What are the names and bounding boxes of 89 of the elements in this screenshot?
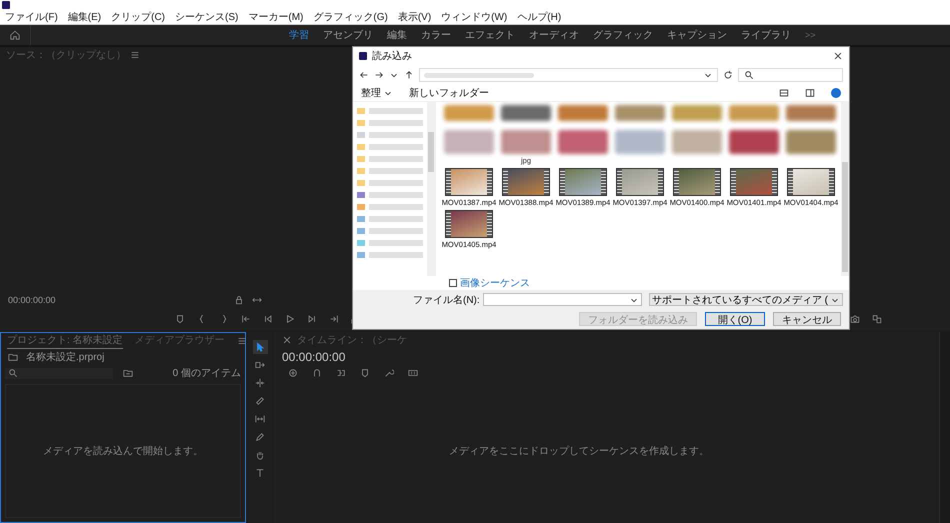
- workspace-tab[interactable]: エフェクト: [465, 28, 515, 42]
- razor-icon: [255, 396, 265, 406]
- play-icon[interactable]: [285, 314, 295, 324]
- menu-item[interactable]: ヘルプ(H): [517, 10, 562, 24]
- ripple-icon: [255, 378, 265, 388]
- empty-message: メディアを読み込んで開始します。: [43, 444, 203, 458]
- workspace-tab[interactable]: キャプション: [667, 28, 727, 42]
- field-label: ファイル名(N):: [413, 294, 480, 306]
- app-icon: [359, 52, 367, 60]
- workspace-tab[interactable]: グラフィック: [593, 28, 653, 42]
- workspace-tab[interactable]: アセンブリ: [323, 28, 373, 42]
- magnet-icon[interactable]: [312, 368, 322, 378]
- workspace-tab[interactable]: ライブラリ: [741, 28, 791, 42]
- item-count: 0 個のアイテム: [172, 367, 241, 380]
- dialog-title: 読み込み: [372, 50, 412, 63]
- search-icon: [744, 70, 754, 80]
- menu-item[interactable]: シーケンス(S): [175, 10, 238, 24]
- step-back-icon[interactable]: [263, 314, 273, 324]
- menu-item[interactable]: 表示(V): [398, 10, 432, 24]
- menu-icon[interactable]: [236, 336, 247, 346]
- video-thumbnail[interactable]: [616, 168, 664, 196]
- hand-icon: [255, 450, 265, 460]
- workspace-tab[interactable]: 学習: [289, 28, 309, 42]
- dialog-button[interactable]: キャンセル: [773, 312, 841, 326]
- close-icon[interactable]: [833, 51, 843, 61]
- menu-item[interactable]: クリップ(C): [111, 10, 166, 24]
- blurred-nav-item[interactable]: [357, 192, 423, 198]
- view-icon[interactable]: [779, 88, 789, 98]
- type-icon: [255, 468, 265, 478]
- skip-forward-icon[interactable]: [329, 314, 339, 324]
- project-file-name: 名称未設定.prproj: [26, 350, 104, 364]
- step-forward-icon[interactable]: [307, 314, 317, 324]
- checkbox[interactable]: [449, 279, 457, 287]
- compare-icon[interactable]: [872, 314, 882, 324]
- timecode: 00:00:00:00: [282, 350, 346, 364]
- workspace-tab[interactable]: 編集: [387, 28, 407, 42]
- dialog-button[interactable]: 開く(O): [705, 312, 765, 326]
- slip-icon: [255, 414, 265, 424]
- marker-icon[interactable]: [360, 368, 370, 378]
- tool-button[interactable]: [252, 340, 268, 354]
- menu-item[interactable]: ファイル(F): [5, 10, 58, 24]
- video-thumbnail[interactable]: [673, 168, 721, 196]
- project-file-icon: [8, 352, 18, 362]
- toolbar-button[interactable]: 整理: [361, 86, 393, 100]
- toolbar-button[interactable]: 新しいフォルダー: [409, 86, 489, 100]
- captions-icon[interactable]: [408, 368, 418, 378]
- video-thumbnail[interactable]: [502, 168, 550, 196]
- pen-icon: [255, 432, 265, 442]
- wrench-icon[interactable]: [384, 368, 394, 378]
- file-type-dropdown[interactable]: サポートされているすべてのメディア (: [648, 293, 843, 306]
- video-thumbnail[interactable]: [445, 210, 493, 238]
- photo-placeholder[interactable]: [501, 105, 551, 121]
- timecode: 00:00:00:00: [8, 295, 56, 305]
- search-field[interactable]: [5, 368, 113, 378]
- workspace-tab[interactable]: オーディオ: [529, 28, 579, 42]
- file-name-field[interactable]: [482, 293, 642, 306]
- checkbox-label[interactable]: 画像シーケンス: [460, 276, 530, 290]
- link-icon[interactable]: [336, 368, 346, 378]
- menu-item[interactable]: マーカー(M): [248, 10, 304, 24]
- camera-icon[interactable]: [850, 314, 860, 324]
- menu-icon[interactable]: [130, 50, 140, 60]
- preview-pane-icon[interactable]: [805, 88, 815, 98]
- marker-icon[interactable]: [175, 314, 185, 324]
- panel-title: タイムライン：（シーケ: [297, 334, 407, 347]
- forward-arrow-icon[interactable]: [374, 70, 384, 80]
- photo-placeholder[interactable]: [729, 130, 779, 154]
- menu-item[interactable]: ウィンドウ(W): [441, 10, 508, 24]
- workspace-tab[interactable]: カラー: [421, 28, 451, 42]
- search-icon: [8, 368, 18, 378]
- track-select-icon: [255, 360, 265, 370]
- home-icon[interactable]: [10, 30, 20, 40]
- back-arrow-icon[interactable]: [359, 70, 369, 80]
- skip-back-icon[interactable]: [241, 314, 251, 324]
- fit-icon[interactable]: [252, 295, 262, 305]
- video-thumbnail[interactable]: [445, 168, 493, 196]
- menu-item[interactable]: グラフィック(G): [313, 10, 388, 24]
- nest-icon[interactable]: [288, 368, 298, 378]
- video-thumbnail[interactable]: [787, 168, 835, 196]
- refresh-icon[interactable]: [723, 70, 733, 80]
- bin-icon[interactable]: [123, 368, 133, 378]
- panel-title: ソース：（クリップなし）: [6, 48, 126, 62]
- search-field[interactable]: [738, 68, 843, 82]
- app-icon: [2, 1, 10, 9]
- up-arrow-icon[interactable]: [404, 70, 414, 80]
- selection-icon: [255, 342, 265, 352]
- menu-item[interactable]: 編集(E): [68, 10, 102, 24]
- video-thumbnail[interactable]: [559, 168, 607, 196]
- empty-message: メディアをここにドロップしてシーケンスを作成します。: [449, 444, 709, 458]
- video-thumbnail[interactable]: [730, 168, 778, 196]
